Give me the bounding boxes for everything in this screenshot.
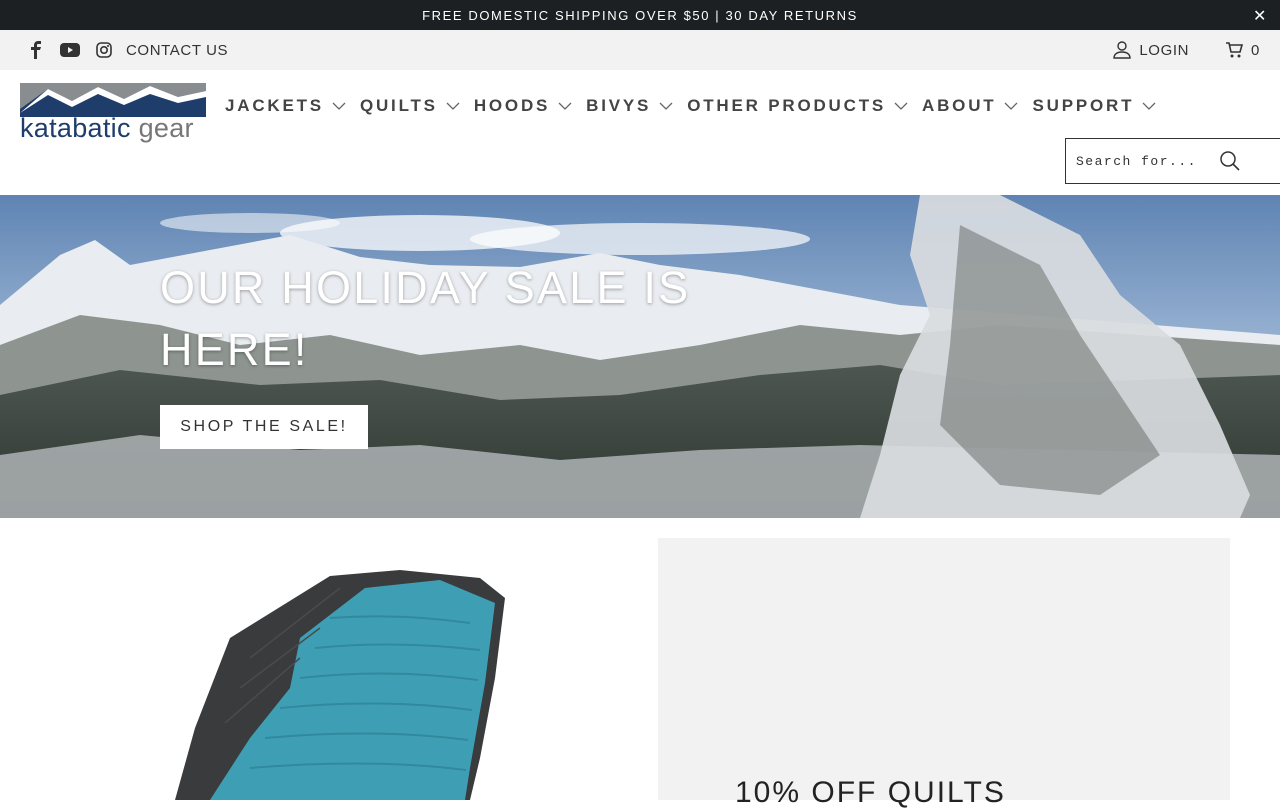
hero-headline: OUR HOLIDAY SALE IS HERE! <box>160 262 691 375</box>
chevron-down-icon <box>558 102 572 110</box>
announcement-text: FREE DOMESTIC SHIPPING OVER $50 | 30 DAY… <box>422 7 858 23</box>
close-icon[interactable]: ✕ <box>1253 6 1268 26</box>
chevron-down-icon <box>332 102 346 110</box>
chevron-down-icon <box>894 102 908 110</box>
social-links <box>26 40 114 60</box>
facebook-icon[interactable] <box>26 40 46 60</box>
mountain-logo-icon <box>20 83 206 117</box>
nav-item-support[interactable]: SUPPORT <box>1032 96 1156 116</box>
nav-label: JACKETS <box>225 96 324 115</box>
quilt-product-image[interactable] <box>0 518 640 800</box>
chevron-down-icon <box>446 102 460 110</box>
promo-panel[interactable]: 10% OFF QUILTS <box>658 538 1230 809</box>
nav-item-jackets[interactable]: JACKETS <box>225 96 346 116</box>
logo-word-primary: katabatic <box>20 113 131 143</box>
user-icon <box>1113 41 1132 59</box>
contact-us-link[interactable]: CONTACT US <box>126 42 228 59</box>
chevron-down-icon <box>659 102 673 110</box>
nav-item-bivys[interactable]: BIVYS <box>586 96 673 116</box>
chevron-down-icon <box>1142 102 1156 110</box>
cart-icon <box>1226 42 1244 58</box>
youtube-icon[interactable] <box>60 40 80 60</box>
nav-item-other-products[interactable]: OTHER PRODUCTS <box>687 96 908 116</box>
site-header: katabatic gear JACKETS QUILTS HOODS BIVY… <box>0 70 1280 195</box>
utility-bar: CONTACT US LOGIN 0 <box>0 30 1280 70</box>
promo-title: 10% OFF QUILTS <box>735 776 1006 809</box>
cart-count: 0 <box>1251 41 1260 59</box>
login-label: LOGIN <box>1139 41 1190 59</box>
cart-link[interactable]: 0 <box>1225 41 1260 59</box>
chevron-down-icon <box>1005 102 1018 110</box>
quilt-image <box>175 570 505 800</box>
nav-label: ABOUT <box>922 96 997 115</box>
hero-banner: OUR HOLIDAY SALE IS HERE! SHOP THE SALE! <box>0 195 1280 518</box>
nav-label: QUILTS <box>359 96 438 115</box>
logo[interactable]: katabatic gear <box>20 83 206 145</box>
instagram-icon[interactable] <box>94 40 114 60</box>
search-input[interactable] <box>1076 153 1216 169</box>
account-area: LOGIN 0 <box>1113 30 1260 70</box>
announcement-bar: FREE DOMESTIC SHIPPING OVER $50 | 30 DAY… <box>0 0 1280 30</box>
nav-label: SUPPORT <box>1032 96 1135 115</box>
nav-label: BIVYS <box>586 96 652 115</box>
nav-item-hoods[interactable]: HOODS <box>474 96 572 116</box>
search-box <box>1065 138 1280 184</box>
logo-wordmark: katabatic gear <box>20 113 194 144</box>
search-icon[interactable] <box>1219 150 1241 172</box>
logo-word-secondary: gear <box>138 113 194 143</box>
shop-sale-button[interactable]: SHOP THE SALE! <box>160 405 368 449</box>
main-nav: JACKETS QUILTS HOODS BIVYS OTHER PRODUCT… <box>225 96 1156 116</box>
login-link[interactable]: LOGIN <box>1113 41 1189 59</box>
nav-item-about[interactable]: ABOUT <box>922 96 1018 116</box>
nav-label: OTHER PRODUCTS <box>687 96 887 115</box>
nav-label: HOODS <box>473 96 551 115</box>
nav-item-quilts[interactable]: QUILTS <box>360 96 460 116</box>
